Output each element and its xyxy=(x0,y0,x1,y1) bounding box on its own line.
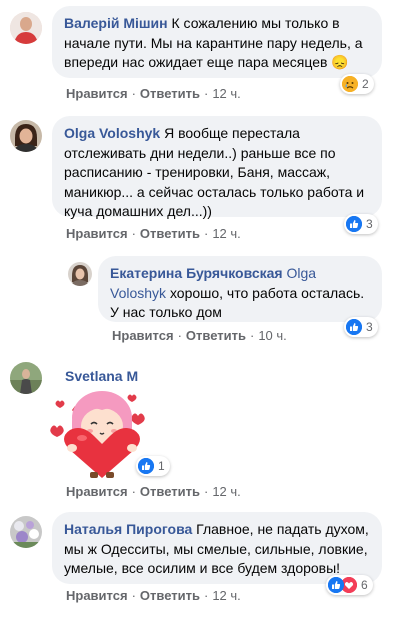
author-name[interactable]: Svetlana M xyxy=(65,368,138,384)
timestamp[interactable]: 12 ч. xyxy=(212,86,240,101)
reaction-count: 2 xyxy=(362,77,369,91)
comment-actions: Нравится · Ответить · 12 ч. xyxy=(66,86,241,101)
avatar[interactable] xyxy=(10,120,42,152)
reply-link[interactable]: Ответить xyxy=(140,588,200,603)
sad-icon xyxy=(342,76,358,92)
reaction-summary[interactable]: 3 xyxy=(344,317,378,337)
comment-actions: Нравится · Ответить · 12 ч. xyxy=(66,588,241,603)
like-link[interactable]: Нравится xyxy=(112,328,174,343)
separator: · xyxy=(203,226,209,241)
like-link[interactable]: Нравится xyxy=(66,484,128,499)
avatar[interactable] xyxy=(10,362,42,394)
like-link[interactable]: Нравится xyxy=(66,588,128,603)
reaction-summary[interactable]: 1 xyxy=(136,456,170,476)
like-icon xyxy=(138,458,154,474)
like-icon xyxy=(346,319,362,335)
reaction-count: 1 xyxy=(158,459,165,473)
comment-actions: Нравится · Ответить · 10 ч. xyxy=(112,328,287,343)
author-name[interactable]: Olga Voloshyk xyxy=(64,125,160,141)
reaction-count: 3 xyxy=(366,217,373,231)
comment-bubble: Валерій Мішин К сожалению мы только в на… xyxy=(52,6,382,78)
separator: · xyxy=(203,86,209,101)
reply-link[interactable]: Ответить xyxy=(186,328,246,343)
timestamp[interactable]: 12 ч. xyxy=(212,484,240,499)
separator: · xyxy=(249,328,255,343)
like-link[interactable]: Нравится xyxy=(66,226,128,241)
separator: · xyxy=(177,328,182,343)
comment-bubble: Екатерина Бурячковская Olga Voloshyk хор… xyxy=(98,256,382,322)
like-link[interactable]: Нравится xyxy=(66,86,128,101)
comment-bubble: Наталья Пирогова Главное, не падать духо… xyxy=(52,512,382,584)
comment-actions: Нравится · Ответить · 12 ч. xyxy=(66,226,241,241)
girl-with-heart-sticker[interactable] xyxy=(50,388,150,480)
author-name[interactable]: Наталья Пирогова xyxy=(64,521,192,537)
separator: · xyxy=(131,588,136,603)
author-name[interactable]: Валерій Мішин xyxy=(64,15,168,31)
timestamp[interactable]: 12 ч. xyxy=(212,226,240,241)
comment-bubble: Olga Voloshyk Я вообще перестала отслежи… xyxy=(52,116,382,219)
separator: · xyxy=(131,86,136,101)
like-icon xyxy=(346,216,362,232)
author-name[interactable]: Екатерина Бурячковская xyxy=(110,265,283,281)
reply-link[interactable]: Ответить xyxy=(140,484,200,499)
separator: · xyxy=(131,226,136,241)
timestamp[interactable]: 12 ч. xyxy=(212,588,240,603)
separator: · xyxy=(203,484,209,499)
timestamp[interactable]: 10 ч. xyxy=(258,328,286,343)
separator: · xyxy=(203,588,209,603)
reply-link[interactable]: Ответить xyxy=(140,226,200,241)
reaction-count: 6 xyxy=(361,578,368,592)
like-icon xyxy=(328,577,344,593)
avatar[interactable] xyxy=(10,12,42,44)
avatar[interactable] xyxy=(10,516,42,548)
reaction-summary[interactable]: 2 xyxy=(340,74,374,94)
reply-link[interactable]: Ответить xyxy=(140,86,200,101)
separator: · xyxy=(131,484,136,499)
comment-actions: Нравится · Ответить · 12 ч. xyxy=(66,484,241,499)
reaction-summary[interactable]: 3 xyxy=(344,214,378,234)
reaction-summary[interactable]: 6 xyxy=(326,575,373,595)
reaction-count: 3 xyxy=(366,320,373,334)
avatar[interactable] xyxy=(68,262,92,286)
